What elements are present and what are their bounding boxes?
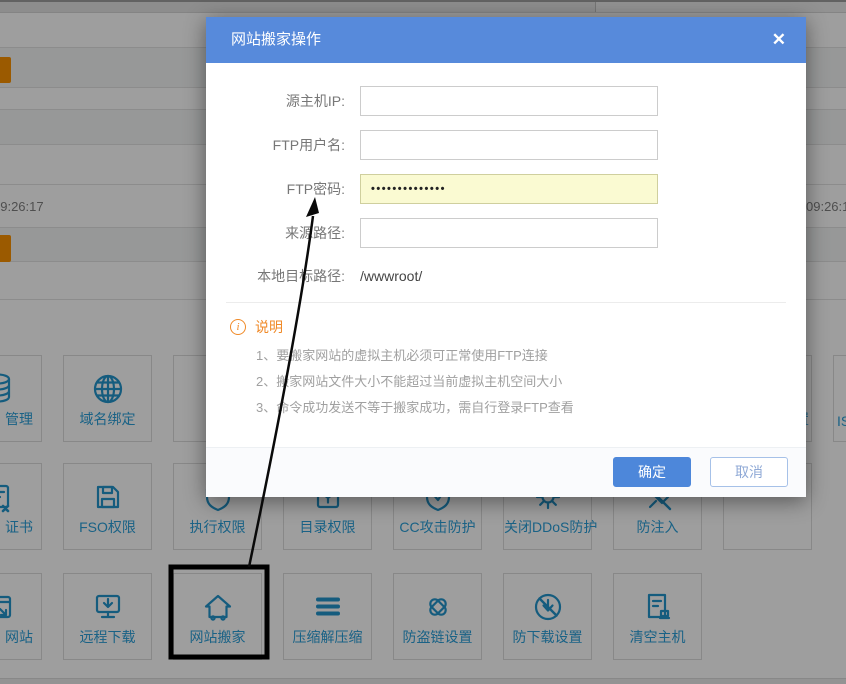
form-row-ftp-user: FTP用户名:	[206, 130, 806, 160]
form-row-ftp-password: FTP密码:	[206, 174, 806, 204]
field-label: 本地目标路径:	[206, 266, 345, 286]
close-icon[interactable]: ✕	[768, 17, 790, 63]
note-title: 说明	[255, 317, 283, 337]
note-header: i 说明	[230, 317, 806, 337]
form-row-source-ip: 源主机IP:	[206, 86, 806, 116]
field-label: FTP密码:	[206, 179, 345, 199]
source-path-input[interactable]	[360, 218, 658, 248]
note-item: 2、搬家网站文件大小不能超过当前虚拟主机空间大小	[256, 369, 806, 395]
page: 09:26:17 09:26:17 管理域名绑定FT置IS证书FSO权限执行权限…	[0, 0, 846, 684]
confirm-button[interactable]: 确定	[613, 457, 691, 487]
info-icon: i	[230, 319, 246, 335]
modal-title: 网站搬家操作	[231, 17, 321, 63]
target-path-value: /wwwroot/	[360, 268, 422, 284]
ftp-username-input[interactable]	[360, 130, 658, 160]
cancel-button[interactable]: 取消	[710, 457, 788, 487]
form-row-source-path: 来源路径:	[206, 218, 806, 248]
form-row-target-path: 本地目标路径: /wwwroot/	[206, 266, 806, 286]
note-item: 1、要搬家网站的虚拟主机必须可正常使用FTP连接	[256, 343, 806, 369]
field-label: 源主机IP:	[206, 91, 345, 111]
note-items: 1、要搬家网站的虚拟主机必须可正常使用FTP连接 2、搬家网站文件大小不能超过当…	[256, 343, 806, 421]
modal-body: 源主机IP: FTP用户名: FTP密码: 来源路径: 本地目标路径: /www…	[206, 63, 806, 421]
modal-website-migration: 网站搬家操作 ✕ 源主机IP: FTP用户名: FTP密码: 来源路径: 本地目…	[206, 17, 806, 497]
source-ip-input[interactable]	[360, 86, 658, 116]
modal-footer: 确定 取消	[206, 447, 806, 497]
divider	[226, 302, 786, 303]
note-item: 3、命令成功发送不等于搬家成功，需自行登录FTP查看	[256, 395, 806, 421]
field-label: FTP用户名:	[206, 135, 345, 155]
ftp-password-input[interactable]	[360, 174, 658, 204]
note-section: i 说明 1、要搬家网站的虚拟主机必须可正常使用FTP连接 2、搬家网站文件大小…	[230, 317, 806, 421]
modal-header: 网站搬家操作 ✕	[206, 17, 806, 63]
field-label: 来源路径:	[206, 223, 345, 243]
